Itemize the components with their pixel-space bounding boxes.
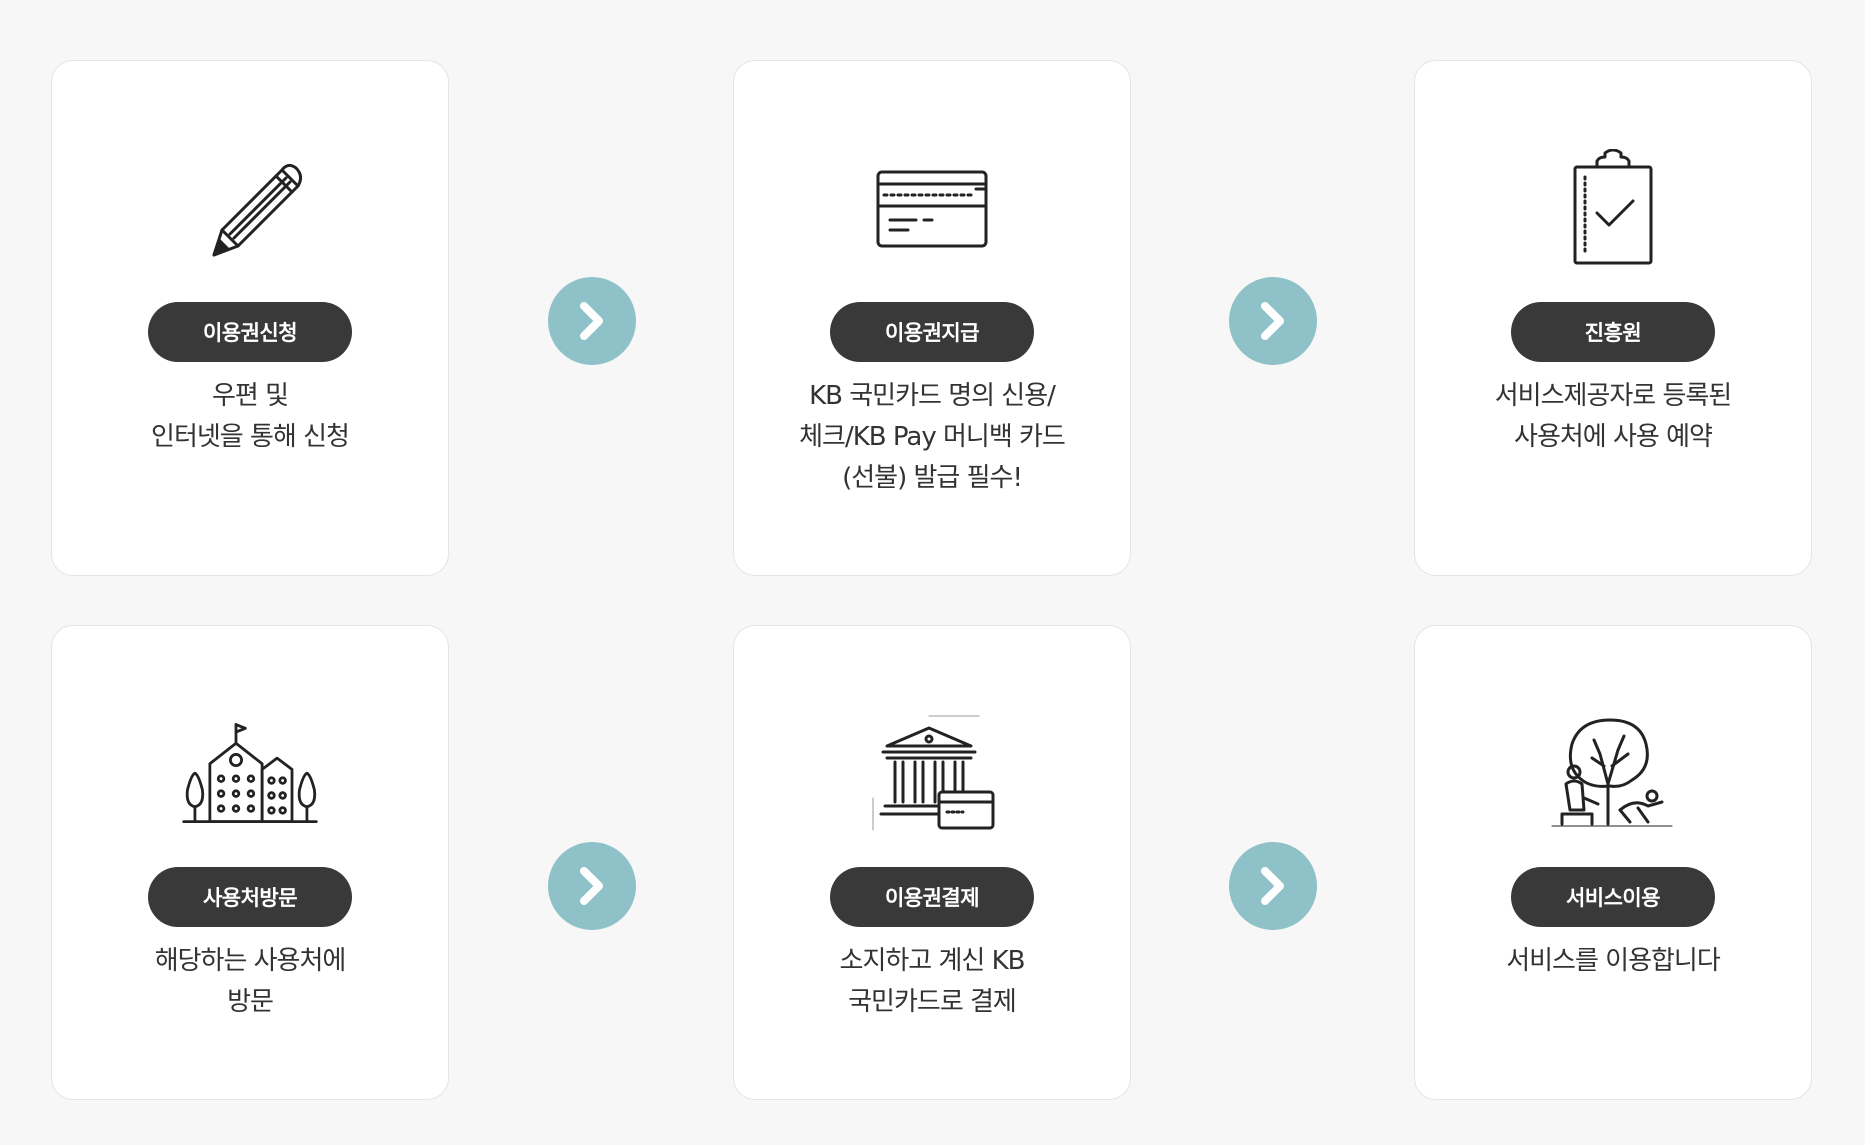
step-card-issue: 이용권지급 KB 국민카드 명의 신용/ 체크/KB Pay 머니백 카드 (선…: [733, 60, 1131, 576]
chevron-right-icon: [580, 867, 603, 905]
chevron-right-icon: [1261, 867, 1284, 905]
bank-card-icon: [862, 714, 1002, 834]
description-line: (선불) 발급 필수!: [842, 463, 1023, 493]
description-line: KB 국민카드 명의 신용/: [809, 381, 1056, 411]
pencil-icon: [180, 149, 320, 269]
tree-people-icon: [1543, 714, 1683, 834]
step-label-pill: 이용권신청: [148, 302, 352, 362]
step-description: 해당하는 사용처에 방문: [62, 941, 438, 1023]
chevron-right-icon: [580, 302, 603, 340]
description-line: 서비스를 이용합니다: [1506, 946, 1721, 976]
credit-card-icon: [862, 149, 1002, 269]
step-card-institute: 진흥원 서비스제공자로 등록된 사용처에 사용 예약: [1414, 60, 1812, 576]
step-card-service: 서비스이용 서비스를 이용합니다: [1414, 625, 1812, 1100]
next-step-arrow: [548, 842, 636, 930]
description-line: 체크/KB Pay 머니백 카드: [799, 422, 1066, 452]
step-label-pill: 사용처방문: [148, 867, 352, 927]
description-line: 인터넷을 통해 신청: [151, 422, 350, 452]
description-line: 소지하고 계신 KB: [839, 946, 1026, 976]
clipboard-check-icon: [1543, 149, 1683, 269]
next-step-arrow: [1229, 842, 1317, 930]
description-line: 해당하는 사용처에: [154, 946, 347, 976]
step-description: 소지하고 계신 KB 국민카드로 결제: [744, 941, 1120, 1023]
step-label-pill: 이용권지급: [830, 302, 1034, 362]
step-label-pill: 서비스이용: [1511, 867, 1715, 927]
step-description: 우편 및 인터넷을 통해 신청: [62, 376, 438, 458]
next-step-arrow: [1229, 277, 1317, 365]
step-label-pill: 진흥원: [1511, 302, 1715, 362]
description-line: 서비스제공자로 등록된: [1494, 381, 1732, 411]
step-description: KB 국민카드 명의 신용/ 체크/KB Pay 머니백 카드 (선불) 발급 …: [744, 376, 1120, 499]
step-card-visit: 사용처방문 해당하는 사용처에 방문: [51, 625, 449, 1100]
chevron-right-icon: [1261, 302, 1284, 340]
description-line: 우편 및: [211, 381, 289, 411]
step-card-payment: 이용권결제 소지하고 계신 KB 국민카드로 결제: [733, 625, 1131, 1100]
school-building-icon: [180, 714, 320, 834]
step-card-apply: 이용권신청 우편 및 인터넷을 통해 신청: [51, 60, 449, 576]
description-line: 국민카드로 결제: [848, 987, 1017, 1017]
next-step-arrow: [548, 277, 636, 365]
step-description: 서비스를 이용합니다: [1425, 941, 1801, 982]
step-description: 서비스제공자로 등록된 사용처에 사용 예약: [1425, 376, 1801, 458]
description-line: 방문: [227, 987, 274, 1017]
description-line: 사용처에 사용 예약: [1514, 422, 1713, 452]
step-label-pill: 이용권결제: [830, 867, 1034, 927]
